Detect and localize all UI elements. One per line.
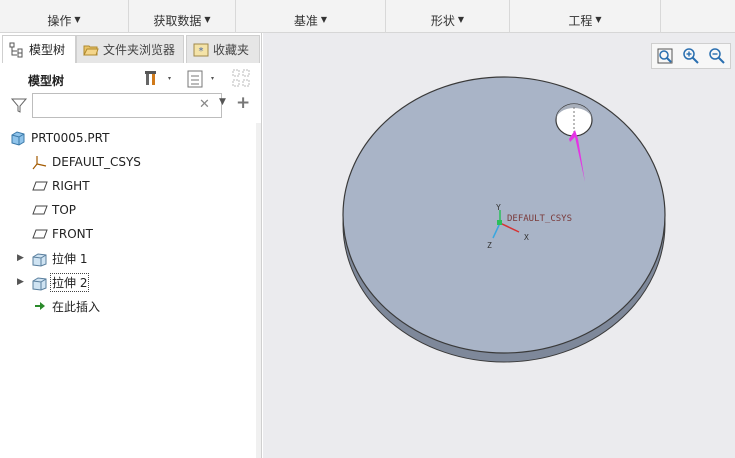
model-canvas[interactable]: Y X Z DEFAULT_CSYS	[263, 33, 735, 458]
filter-funnel-icon[interactable]	[10, 96, 28, 117]
navigator-panel: 模型树 文件夹浏览器 * 收藏夹 模型树 ✕ ▼ + PRT0005.PRT D…	[0, 33, 262, 458]
add-filter-icon[interactable]: +	[236, 93, 250, 113]
ribbon-group-label: 基准	[293, 14, 318, 28]
ribbon-group-get-data[interactable]: 获取数据 ▼	[129, 0, 236, 33]
ribbon-group-operations[interactable]: 操作 ▼	[0, 0, 129, 33]
tab-favorites[interactable]: * 收藏夹	[186, 35, 260, 63]
zoom-in-icon[interactable]	[681, 46, 701, 66]
axis-x-label: X	[524, 233, 529, 242]
clear-search-icon[interactable]: ✕	[199, 97, 210, 112]
navigator-tabs: 模型树 文件夹浏览器 * 收藏夹	[0, 35, 262, 63]
axis-z-label: Z	[487, 241, 492, 250]
tree-item-front-plane[interactable]: FRONT	[0, 223, 258, 245]
datum-plane-icon	[32, 202, 48, 218]
disk-top-face[interactable]	[342, 76, 666, 354]
expand-arrow-icon[interactable]: ▶	[17, 277, 24, 287]
ribbon-group-label: 获取数据	[153, 14, 202, 28]
tab-label: 模型树	[29, 43, 66, 57]
tree-item-label: DEFAULT_CSYS	[52, 155, 141, 169]
caret-down-icon: ▼	[595, 15, 602, 24]
tree-item-top-plane[interactable]: TOP	[0, 199, 258, 221]
tab-label: 收藏夹	[213, 43, 250, 57]
tree-filter-row: ✕ ▼ +	[8, 92, 258, 120]
caret-down-icon: ▼	[457, 15, 465, 24]
ribbon-group-label: 操作	[47, 14, 72, 28]
caret-down-icon: ▼	[204, 15, 211, 24]
refit-icon[interactable]	[655, 46, 675, 66]
expand-arrow-icon[interactable]: ▶	[17, 253, 24, 263]
view-toolbar	[651, 43, 731, 69]
tree-item-label: TOP	[52, 203, 77, 217]
ribbon-group-label: 形状	[430, 14, 455, 28]
tree-item-csys[interactable]: DEFAULT_CSYS	[0, 151, 258, 173]
csys-icon	[32, 154, 48, 170]
tab-label: 文件夹浏览器	[103, 43, 176, 57]
ribbon-group-datum[interactable]: 基准 ▼	[236, 0, 386, 33]
filter-dropdown-icon[interactable]: ▼	[219, 97, 226, 107]
model-tree-icon	[9, 42, 25, 58]
filter-columns-icon[interactable]	[231, 68, 253, 93]
show-list-icon[interactable]	[187, 69, 221, 92]
folder-icon	[83, 42, 99, 58]
caret-down-icon: ▼	[74, 15, 81, 24]
extrude-icon	[31, 274, 47, 291]
zoom-out-icon[interactable]	[707, 46, 727, 66]
tree-item-extrude-1[interactable]: ▶ 拉伸 1	[0, 247, 258, 269]
tree-item-extrude-2[interactable]: ▶ 拉伸 2	[0, 271, 258, 293]
svg-text:*: *	[199, 46, 204, 57]
tree-item-label: 拉伸 2	[50, 272, 90, 292]
tree-item-part[interactable]: PRT0005.PRT	[0, 127, 258, 149]
tree-item-right-plane[interactable]: RIGHT	[0, 175, 258, 197]
tree-item-insert-here[interactable]: 在此插入	[0, 295, 258, 317]
ribbon-group-bar: 操作 ▼ 获取数据 ▼ 基准 ▼ 形状 ▼ 工程 ▼	[0, 0, 735, 33]
insert-here-icon	[32, 298, 48, 314]
tree-search-input[interactable]	[32, 93, 222, 118]
caret-down-icon: ▼	[320, 15, 328, 24]
tab-model-tree[interactable]: 模型树	[2, 35, 76, 63]
ribbon-group-shapes[interactable]: 形状 ▼	[386, 0, 510, 33]
datum-plane-icon	[32, 226, 48, 242]
tree-item-label: 在此插入	[52, 299, 101, 314]
axis-y-label: Y	[496, 203, 501, 212]
tree-item-label: RIGHT	[52, 179, 90, 193]
tree-settings-icon[interactable]	[144, 69, 174, 92]
graphics-viewport[interactable]: Y X Z DEFAULT_CSYS	[263, 33, 735, 458]
tree-title: 模型树	[28, 74, 65, 88]
datum-plane-icon	[32, 178, 48, 194]
tree-item-label: FRONT	[52, 227, 93, 241]
tree-scrollbar[interactable]	[256, 123, 261, 458]
ribbon-group-label: 工程	[568, 14, 593, 28]
extrude-icon	[31, 250, 47, 267]
tree-header: 模型树	[0, 67, 262, 93]
tree-item-label: PRT0005.PRT	[31, 131, 110, 145]
tab-folder-browser[interactable]: 文件夹浏览器	[76, 35, 184, 63]
csys-label: DEFAULT_CSYS	[507, 214, 572, 224]
ribbon-group-engineering[interactable]: 工程 ▼	[510, 0, 661, 33]
part-icon	[10, 130, 26, 146]
favorites-icon: *	[193, 42, 209, 58]
tree-item-label: 拉伸 1	[52, 251, 88, 266]
